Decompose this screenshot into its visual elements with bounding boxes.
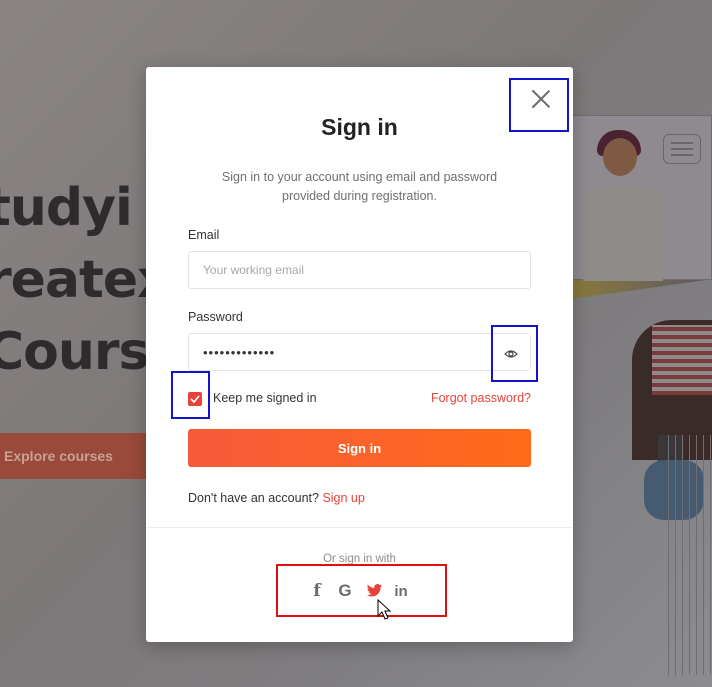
- email-field[interactable]: Your working email: [188, 251, 531, 289]
- keep-signed-in-label[interactable]: Keep me signed in: [213, 391, 317, 405]
- hero-illustration: [572, 115, 712, 687]
- password-value: •••••••••••••: [203, 344, 276, 360]
- modal-subtitle: Sign in to your account using email and …: [221, 170, 498, 203]
- annotation-box-social: [276, 564, 447, 617]
- annotation-box-checkbox: [171, 371, 210, 419]
- no-account-text: Don't have an account? Sign up: [188, 491, 365, 505]
- email-placeholder: Your working email: [203, 263, 304, 277]
- annotation-box-eye: [491, 325, 538, 382]
- divider: [146, 527, 573, 528]
- sign-in-button[interactable]: Sign in: [188, 429, 531, 467]
- illustration-screen: [572, 115, 712, 281]
- email-label: Email: [188, 228, 220, 242]
- hero-line-3: Cours: [0, 322, 150, 382]
- forgot-password-link[interactable]: Forgot password?: [431, 391, 531, 405]
- explore-courses-button[interactable]: Explore courses: [0, 433, 146, 479]
- hero-line-2: reatex: [0, 250, 171, 310]
- hero-heading: tudyi reatex Cours: [0, 172, 171, 388]
- menu-icon: [663, 134, 701, 164]
- sign-up-link[interactable]: Sign up: [322, 491, 364, 505]
- hero-line-1: tudyi: [0, 178, 133, 238]
- password-label: Password: [188, 310, 243, 324]
- annotation-box-close: [509, 78, 569, 132]
- mouse-cursor-icon: [377, 599, 391, 620]
- password-field[interactable]: •••••••••••••: [188, 333, 531, 371]
